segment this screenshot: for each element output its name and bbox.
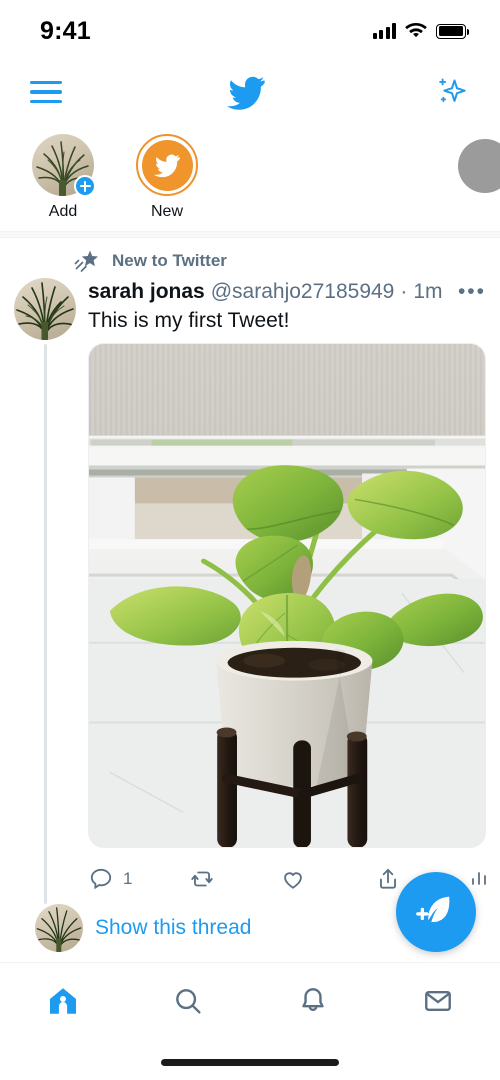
thread-connector-line bbox=[44, 344, 47, 905]
twitter-mobile-app: 9:41 Add New New to Twitter sarah jonas … bbox=[0, 0, 500, 1080]
bottom-navigation-bar bbox=[0, 962, 500, 1080]
signal-bars-icon bbox=[372, 23, 396, 39]
author-display-name[interactable]: sarah jonas bbox=[88, 280, 205, 304]
envelope-icon bbox=[424, 991, 451, 1011]
fleet-add-avatar-wrap bbox=[32, 134, 96, 197]
fleet-new-fill bbox=[141, 139, 193, 191]
status-time: 9:41 bbox=[40, 16, 91, 45]
like-action[interactable] bbox=[280, 866, 375, 892]
twitter-bird-logo[interactable] bbox=[223, 73, 269, 111]
compose-tweet-button[interactable] bbox=[396, 872, 476, 952]
tweet-body: sarah jonas @sarahjo27185949 · 1m ••• Th… bbox=[14, 278, 486, 905]
show-thread-link[interactable]: Show this thread bbox=[95, 916, 251, 940]
top-navigation-bar bbox=[0, 62, 500, 122]
fleet-new[interactable]: New bbox=[132, 134, 202, 221]
reply-icon bbox=[90, 869, 112, 890]
shooting-star-icon bbox=[74, 250, 98, 272]
retweet-icon bbox=[191, 871, 213, 887]
tweet-media-image[interactable] bbox=[88, 343, 486, 849]
home-indicator bbox=[161, 1059, 339, 1066]
nav-item-messages[interactable] bbox=[375, 985, 500, 1017]
thread-reply-avatar[interactable] bbox=[35, 904, 83, 953]
fleet-placeholder-avatar[interactable] bbox=[458, 139, 500, 193]
avatar-column bbox=[14, 278, 76, 905]
fleets-row: Add New bbox=[0, 122, 500, 231]
fleet-new-ring bbox=[136, 134, 198, 196]
tweet-timestamp: 1m bbox=[413, 280, 443, 303]
fleet-add[interactable]: Add bbox=[28, 134, 98, 221]
social-context: New to Twitter bbox=[14, 248, 486, 274]
fleet-new-label: New bbox=[150, 203, 183, 220]
wifi-icon bbox=[405, 23, 427, 38]
analytics-action[interactable] bbox=[467, 867, 500, 891]
compose-feather-icon bbox=[416, 896, 450, 923]
timestamp-separator: · bbox=[400, 280, 408, 303]
heart-icon bbox=[284, 872, 302, 890]
hamburger-menu-icon[interactable] bbox=[30, 81, 62, 103]
tweet-card: New to Twitter sarah jonas @sarahjo27185… bbox=[0, 238, 500, 966]
analytics-bars-icon bbox=[472, 872, 486, 886]
sparkles-icon[interactable] bbox=[430, 72, 470, 112]
reply-count: 1 bbox=[123, 869, 133, 889]
reply-action[interactable]: 1 bbox=[88, 866, 188, 892]
social-context-label: New to Twitter bbox=[112, 251, 227, 270]
plus-badge-icon[interactable] bbox=[74, 175, 96, 197]
avatar[interactable] bbox=[14, 278, 76, 340]
nav-item-notifications[interactable] bbox=[250, 985, 375, 1017]
share-icon bbox=[380, 869, 396, 889]
home-icon bbox=[49, 988, 76, 1014]
tweet-author-row: sarah jonas @sarahjo27185949 · 1m ••• bbox=[88, 280, 486, 304]
nav-item-search[interactable] bbox=[125, 985, 250, 1017]
twitter-bird-logo bbox=[154, 154, 180, 178]
author-handle: @sarahjo27185949 bbox=[210, 280, 395, 303]
status-indicators bbox=[372, 23, 470, 39]
nav-item-home[interactable] bbox=[0, 984, 125, 1018]
status-bar: 9:41 bbox=[0, 0, 500, 62]
retweet-action[interactable] bbox=[188, 866, 280, 892]
fleet-add-label: Add bbox=[48, 203, 78, 220]
tweet-text: This is my first Tweet! bbox=[88, 309, 290, 332]
more-options-icon[interactable]: ••• bbox=[450, 281, 486, 302]
section-divider bbox=[0, 231, 500, 238]
tweet-main: sarah jonas @sarahjo27185949 · 1m ••• Th… bbox=[88, 278, 486, 902]
battery-full-icon bbox=[436, 23, 470, 39]
search-icon bbox=[175, 989, 201, 1014]
bell-icon bbox=[301, 988, 324, 1011]
